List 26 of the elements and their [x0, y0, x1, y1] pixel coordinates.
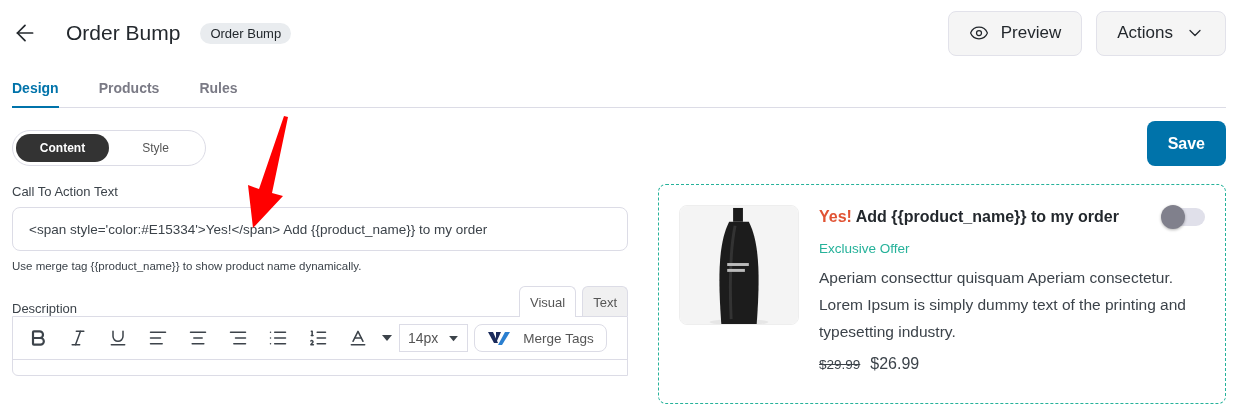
field-label: Call To Action Text	[12, 184, 119, 199]
actions-button[interactable]: Actions	[1096, 10, 1226, 56]
caret-icon	[448, 334, 460, 342]
mode-option[interactable]: Style	[109, 133, 202, 162]
editor-tab[interactable]: Text	[582, 286, 628, 316]
save-button[interactable]: Save	[1146, 121, 1226, 166]
toggle-switch[interactable]	[1161, 205, 1205, 229]
help-text: Use merge tag {{product_name}} to show product name dynamically.	[12, 260, 363, 272]
mode-option[interactable]: Content	[16, 133, 109, 162]
font-size-select[interactable]: 14px	[399, 324, 469, 352]
status-badge: Order Bump	[200, 22, 292, 44]
tab[interactable]: Products	[98, 76, 160, 108]
old-price: $29.99	[819, 357, 861, 372]
preview-button[interactable]: Preview	[947, 10, 1083, 56]
offer-headline: Yes! Add {{product_name}} to my order	[819, 208, 1119, 226]
page-title: Order Bump	[66, 21, 181, 45]
offer-description: Aperiam consecttur quisquam Aperiam consectetur. Lorem Ipsum is simply dummy text of the printing and typesetting industry.	[819, 268, 1187, 342]
field-label: Description	[12, 301, 78, 316]
editor-tab[interactable]: Visual	[518, 286, 577, 317]
caret-icon[interactable]	[381, 334, 393, 342]
tab[interactable]: Design	[12, 76, 59, 108]
tab[interactable]: Rules	[199, 76, 238, 108]
price: $26.99	[870, 355, 920, 373]
merge-tags-button[interactable]: Merge Tags	[474, 324, 607, 352]
offer-label: Exclusive Offer	[819, 241, 911, 256]
input-field[interactable]: <span style='color:#E15334'>Yes!</span> Add {{product_name}} to my order	[12, 207, 628, 251]
